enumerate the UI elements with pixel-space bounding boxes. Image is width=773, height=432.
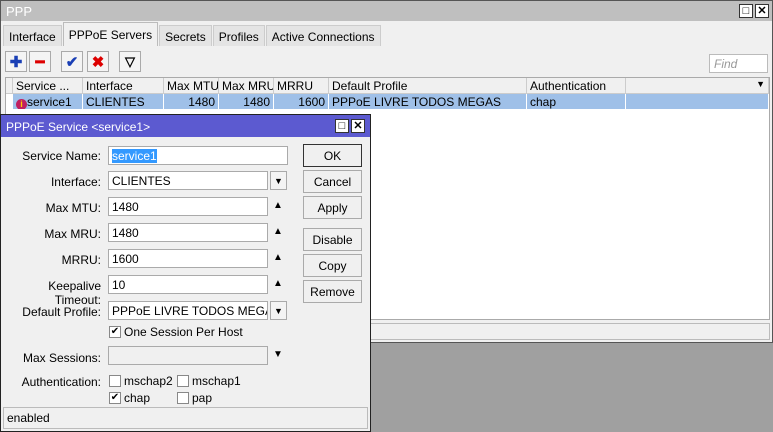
col-interface[interactable]: Interface — [83, 78, 164, 94]
mschap2-label: mschap2 — [124, 374, 173, 388]
tab-interface[interactable]: Interface — [3, 25, 62, 46]
close-icon[interactable]: ✕ — [755, 4, 769, 18]
cell-service: i service1 — [13, 94, 83, 109]
maximize-icon[interactable]: □ — [739, 4, 753, 18]
chap-checkbox[interactable]: ✔ — [109, 392, 121, 404]
one-session-label: One Session Per Host — [124, 325, 243, 339]
pap-label: pap — [192, 391, 213, 405]
window-title: PPP — [6, 4, 33, 19]
keepalive-collapse-icon[interactable]: ▲ — [273, 278, 283, 289]
header-spacer — [6, 78, 13, 94]
cell-default-profile: PPPoE LIVRE TODOS MEGAS — [329, 94, 527, 109]
max-mtu-collapse-icon[interactable]: ▲ — [273, 200, 283, 211]
dialog-status: enabled — [3, 407, 368, 429]
disable-button[interactable]: ✖ — [87, 51, 109, 72]
apply-button[interactable]: Apply — [303, 196, 362, 219]
col-mrru[interactable]: MRRU — [274, 78, 329, 94]
cell-empty — [626, 94, 769, 109]
mschap1-label: mschap1 — [192, 374, 241, 388]
col-max-mtu[interactable]: Max MTU — [164, 78, 219, 94]
tab-secrets[interactable]: Secrets — [159, 25, 212, 46]
remove-button[interactable]: ━ — [29, 51, 51, 72]
dialog-title: PPPoE Service <service1> — [6, 120, 151, 134]
window-titlebar: PPP — [1, 1, 772, 21]
tab-profiles[interactable]: Profiles — [212, 25, 265, 46]
mrru-collapse-icon[interactable]: ▲ — [273, 252, 283, 263]
keepalive-input[interactable]: 10 — [108, 275, 268, 294]
column-menu-dropdown[interactable]: ▼ — [626, 78, 769, 94]
add-button[interactable]: ✚ — [5, 51, 27, 72]
col-default-profile[interactable]: Default Profile — [329, 78, 527, 94]
cell-max-mru: 1480 — [219, 94, 274, 109]
ok-button[interactable]: OK — [303, 144, 362, 167]
col-max-mru[interactable]: Max MRU — [219, 78, 274, 94]
default-profile-label: Default Profile: — [22, 305, 101, 319]
find-input[interactable]: Find — [709, 54, 768, 73]
cell-interface: CLIENTES — [83, 94, 164, 109]
default-profile-select[interactable]: PPPoE LIVRE TODOS MEGAS — [108, 301, 268, 320]
max-sessions-input[interactable] — [108, 346, 268, 365]
mschap1-checkbox[interactable] — [177, 375, 189, 387]
tab-bar: Interface PPPoE Servers Secrets Profiles… — [3, 22, 382, 46]
remove-button[interactable]: Remove — [303, 280, 362, 303]
enable-button[interactable]: ✔ — [61, 51, 83, 72]
row-gutter — [6, 94, 13, 109]
cell-mrru: 1600 — [274, 94, 329, 109]
keepalive-label: Keepalive Timeout: — [48, 279, 101, 307]
default-profile-dropdown-icon[interactable]: ▼ — [270, 301, 287, 320]
pppoe-service-dialog: PPPoE Service <service1> □ ✕ Service Nam… — [0, 114, 371, 432]
max-sessions-expand-icon[interactable]: ▼ — [273, 349, 283, 360]
max-mtu-input[interactable]: 1480 — [108, 197, 268, 216]
max-mtu-label: Max MTU: — [45, 201, 101, 215]
cancel-button[interactable]: Cancel — [303, 170, 362, 193]
pap-checkbox[interactable] — [177, 392, 189, 404]
tab-pppoe-servers[interactable]: PPPoE Servers — [62, 22, 159, 46]
service-name: service1 — [27, 95, 72, 109]
one-session-checkbox[interactable]: ✔ — [109, 326, 121, 338]
mrru-input[interactable]: 1600 — [108, 249, 268, 268]
interface-select[interactable]: CLIENTES — [108, 171, 268, 190]
maximize-icon[interactable]: □ — [335, 119, 349, 133]
cell-authentication: chap — [527, 94, 626, 109]
tab-active-connections[interactable]: Active Connections — [265, 25, 381, 46]
filter-button[interactable]: ▽ — [119, 51, 141, 72]
cell-max-mtu: 1480 — [164, 94, 219, 109]
max-mru-input[interactable]: 1480 — [108, 223, 268, 242]
max-mru-collapse-icon[interactable]: ▲ — [273, 226, 283, 237]
col-authentication[interactable]: Authentication — [527, 78, 626, 94]
close-icon[interactable]: ✕ — [351, 119, 365, 133]
service-name-value: service1 — [112, 149, 157, 163]
max-sessions-label: Max Sessions: — [22, 351, 101, 365]
copy-button[interactable]: Copy — [303, 254, 362, 277]
table-row[interactable]: i service1 CLIENTES 1480 1480 1600 PPPoE … — [6, 94, 769, 109]
service-name-label: Service Name: — [22, 149, 101, 163]
dialog-titlebar: PPPoE Service <service1> — [1, 115, 370, 137]
interface-dropdown-icon[interactable]: ▼ — [270, 171, 287, 190]
max-mru-label: Max MRU: — [44, 227, 101, 241]
pppoe-service-icon: i — [16, 99, 27, 109]
service-name-input[interactable]: service1 — [108, 146, 288, 165]
chap-label: chap — [124, 391, 151, 405]
mrru-label: MRRU: — [61, 253, 101, 267]
mschap2-checkbox[interactable] — [109, 375, 121, 387]
interface-label: Interface: — [50, 175, 101, 189]
col-service[interactable]: Service ... — [13, 78, 83, 94]
authentication-label: Authentication: — [21, 375, 101, 389]
disable-button[interactable]: Disable — [303, 228, 362, 251]
